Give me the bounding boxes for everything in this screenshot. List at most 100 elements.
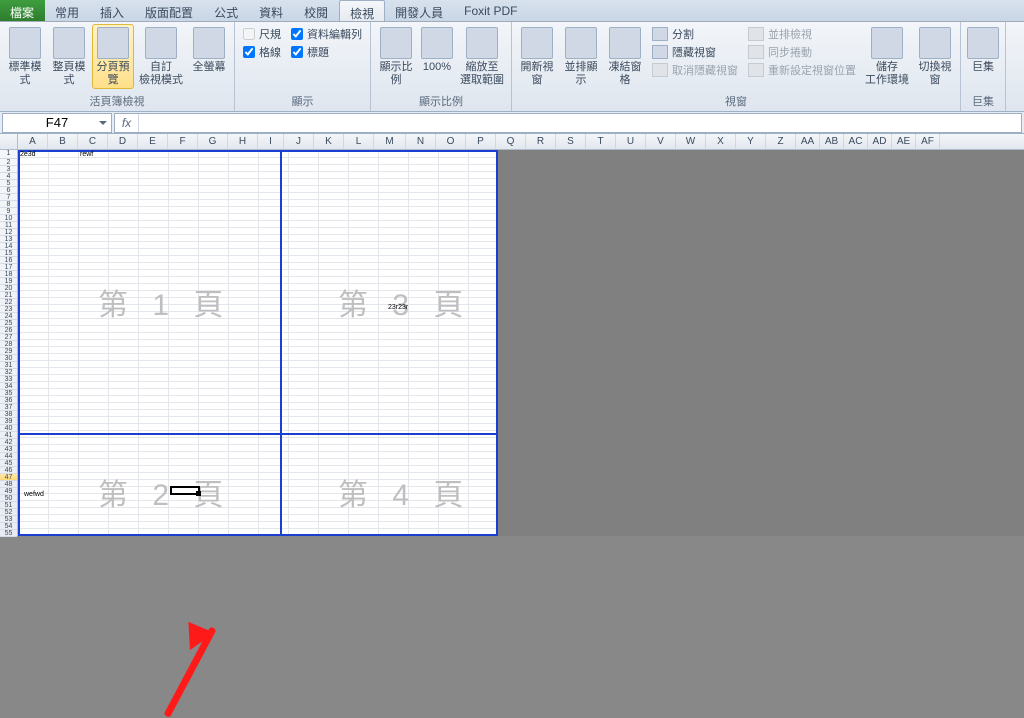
row-header-10[interactable]: 10 bbox=[0, 215, 17, 222]
arrange-all-button[interactable]: 並排顯示 bbox=[560, 24, 602, 89]
row-header-52[interactable]: 52 bbox=[0, 509, 17, 516]
formula-bar-checkbox[interactable]: 資料編輯列 bbox=[291, 26, 362, 42]
formula-input-area[interactable]: fx bbox=[114, 113, 1022, 133]
row-header-17[interactable]: 17 bbox=[0, 264, 17, 271]
row-header-6[interactable]: 6 bbox=[0, 187, 17, 194]
tab-review[interactable]: 校閱 bbox=[294, 0, 339, 21]
tab-file[interactable]: 檔案 bbox=[0, 0, 45, 21]
tab-home[interactable]: 常用 bbox=[45, 0, 90, 21]
row-header-31[interactable]: 31 bbox=[0, 362, 17, 369]
row-header-54[interactable]: 54 bbox=[0, 523, 17, 530]
col-header-X[interactable]: X bbox=[706, 134, 736, 149]
row-header-32[interactable]: 32 bbox=[0, 369, 17, 376]
row-header-48[interactable]: 48 bbox=[0, 481, 17, 488]
col-header-O[interactable]: O bbox=[436, 134, 466, 149]
row-header-37[interactable]: 37 bbox=[0, 404, 17, 411]
row-header-21[interactable]: 21 bbox=[0, 292, 17, 299]
row-header-15[interactable]: 15 bbox=[0, 250, 17, 257]
cell-a1[interactable]: 2e3d bbox=[20, 151, 36, 158]
zoom-100-button[interactable]: 100% bbox=[419, 24, 455, 77]
tab-page-layout[interactable]: 版面配置 bbox=[135, 0, 204, 21]
row-header-22[interactable]: 22 bbox=[0, 299, 17, 306]
row-header-3[interactable]: 3 bbox=[0, 166, 17, 173]
row-header-43[interactable]: 43 bbox=[0, 446, 17, 453]
fx-button[interactable]: fx bbox=[115, 114, 139, 132]
row-header-11[interactable]: 11 bbox=[0, 222, 17, 229]
page-break-vertical[interactable] bbox=[280, 150, 282, 536]
row-header-53[interactable]: 53 bbox=[0, 516, 17, 523]
cell-c1[interactable]: rewf bbox=[80, 151, 93, 158]
col-header-J[interactable]: J bbox=[284, 134, 314, 149]
cell-b48[interactable]: wefwd bbox=[24, 491, 44, 498]
page-layout-button[interactable]: 整頁模式 bbox=[48, 24, 90, 89]
row-header-44[interactable]: 44 bbox=[0, 453, 17, 460]
col-header-T[interactable]: T bbox=[586, 134, 616, 149]
row-header-38[interactable]: 38 bbox=[0, 411, 17, 418]
row-header-19[interactable]: 19 bbox=[0, 278, 17, 285]
row-header-2[interactable]: 2 bbox=[0, 159, 17, 166]
row-header-30[interactable]: 30 bbox=[0, 355, 17, 362]
row-header-49[interactable]: 49 bbox=[0, 488, 17, 495]
col-header-AD[interactable]: AD bbox=[868, 134, 892, 149]
col-header-K[interactable]: K bbox=[314, 134, 344, 149]
row-header-45[interactable]: 45 bbox=[0, 460, 17, 467]
row-header-50[interactable]: 50 bbox=[0, 495, 17, 502]
col-header-P[interactable]: P bbox=[466, 134, 496, 149]
col-header-AA[interactable]: AA bbox=[796, 134, 820, 149]
custom-views-button[interactable]: 自訂 檢視模式 bbox=[136, 24, 186, 89]
col-header-Z[interactable]: Z bbox=[766, 134, 796, 149]
fullscreen-button[interactable]: 全螢幕 bbox=[188, 24, 230, 77]
tab-view[interactable]: 檢視 bbox=[339, 0, 385, 21]
row-header-23[interactable]: 23 bbox=[0, 306, 17, 313]
macros-button[interactable]: 巨集 bbox=[965, 24, 1001, 77]
gridlines-checkbox[interactable]: 格線 bbox=[243, 44, 281, 60]
row-header-24[interactable]: 24 bbox=[0, 313, 17, 320]
row-header-4[interactable]: 4 bbox=[0, 173, 17, 180]
col-header-G[interactable]: G bbox=[198, 134, 228, 149]
col-header-F[interactable]: F bbox=[168, 134, 198, 149]
col-header-M[interactable]: M bbox=[374, 134, 406, 149]
row-header-14[interactable]: 14 bbox=[0, 243, 17, 250]
row-header-12[interactable]: 12 bbox=[0, 229, 17, 236]
row-header-42[interactable]: 42 bbox=[0, 439, 17, 446]
col-header-AF[interactable]: AF bbox=[916, 134, 940, 149]
active-cell[interactable] bbox=[170, 486, 200, 495]
col-header-L[interactable]: L bbox=[344, 134, 374, 149]
switch-windows-button[interactable]: 切換視窗 bbox=[914, 24, 956, 89]
row-headers[interactable]: 1234567891011121314151617181920212223242… bbox=[0, 150, 18, 536]
row-header-36[interactable]: 36 bbox=[0, 397, 17, 404]
row-header-33[interactable]: 33 bbox=[0, 376, 17, 383]
row-header-29[interactable]: 29 bbox=[0, 348, 17, 355]
row-header-28[interactable]: 28 bbox=[0, 341, 17, 348]
zoom-to-selection-button[interactable]: 縮放至 選取範圍 bbox=[457, 24, 507, 89]
row-header-34[interactable]: 34 bbox=[0, 383, 17, 390]
col-header-Q[interactable]: Q bbox=[496, 134, 526, 149]
col-header-H[interactable]: H bbox=[228, 134, 258, 149]
row-header-5[interactable]: 5 bbox=[0, 180, 17, 187]
row-header-9[interactable]: 9 bbox=[0, 208, 17, 215]
tab-data[interactable]: 資料 bbox=[249, 0, 294, 21]
freeze-panes-button[interactable]: 凍結窗格 bbox=[604, 24, 646, 89]
row-header-51[interactable]: 51 bbox=[0, 502, 17, 509]
headings-checkbox[interactable]: 標題 bbox=[291, 44, 362, 60]
col-header-Y[interactable]: Y bbox=[736, 134, 766, 149]
tab-developer[interactable]: 開發人員 bbox=[385, 0, 454, 21]
row-header-7[interactable]: 7 bbox=[0, 194, 17, 201]
row-header-40[interactable]: 40 bbox=[0, 425, 17, 432]
col-header-W[interactable]: W bbox=[676, 134, 706, 149]
col-header-A[interactable]: A bbox=[18, 134, 48, 149]
tab-foxit-pdf[interactable]: Foxit PDF bbox=[454, 0, 528, 21]
row-header-41[interactable]: 41 bbox=[0, 432, 17, 439]
print-area[interactable]: 第 1 頁 第 3 頁 第 2 頁 第 4 頁 2e3d rewf 23r23r… bbox=[18, 150, 498, 536]
col-header-B[interactable]: B bbox=[48, 134, 78, 149]
new-window-button[interactable]: 開新視窗 bbox=[516, 24, 558, 89]
name-box[interactable]: F47 bbox=[2, 113, 112, 133]
col-header-E[interactable]: E bbox=[138, 134, 168, 149]
page-break-horizontal[interactable] bbox=[18, 433, 498, 435]
row-header-18[interactable]: 18 bbox=[0, 271, 17, 278]
select-all-corner[interactable] bbox=[0, 134, 18, 149]
cell-m28[interactable]: 23r23r bbox=[388, 304, 408, 311]
col-header-R[interactable]: R bbox=[526, 134, 556, 149]
row-header-47[interactable]: 47 bbox=[0, 474, 17, 481]
worksheet-grid[interactable]: 1234567891011121314151617181920212223242… bbox=[0, 150, 1024, 536]
